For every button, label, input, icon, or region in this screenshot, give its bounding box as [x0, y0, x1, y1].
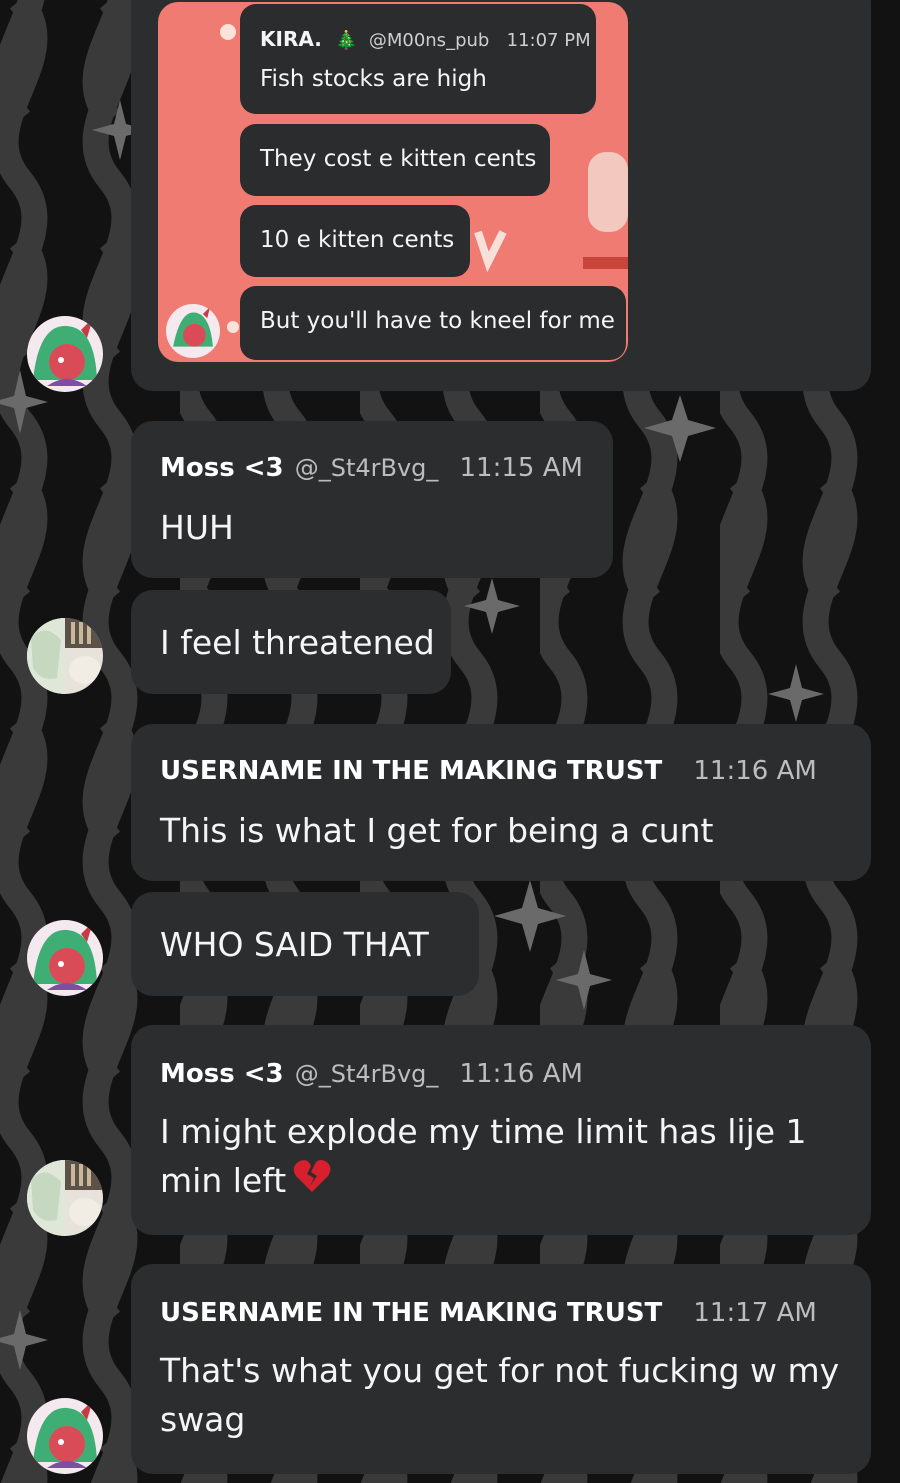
message-header: Moss <3 @_St4rBvg_ 11:16 AM: [160, 1059, 583, 1089]
screenshot-bubble: But you'll have to kneel for me: [240, 286, 626, 360]
timestamp: 11:17 AM: [693, 1298, 817, 1328]
screenshot-bubble: They cost e kitten cents: [240, 124, 550, 196]
message-text: I feel threatened: [160, 623, 435, 662]
screenshot-timestamp: 11:07 PM: [506, 30, 591, 51]
message-line: min left: [160, 1161, 287, 1200]
message-header: USERNAME IN THE MAKING TRUST 11:16 AM: [160, 756, 817, 786]
user-handle: @_St4rBvg_: [294, 1060, 439, 1088]
message-line: I might explode my time limit has lije 1: [160, 1112, 807, 1151]
username[interactable]: Moss <3: [160, 1059, 284, 1089]
screenshot-header: KIRA. 🎄 @M00ns_pub 11:07 PM: [260, 26, 591, 52]
screenshot-message: Fish stocks are high: [260, 66, 487, 92]
avatar[interactable]: [27, 1160, 103, 1236]
message-line-2: min left: [160, 1156, 807, 1207]
message-bubble[interactable]: USERNAME IN THE MAKING TRUST 11:17 AM Th…: [131, 1264, 871, 1474]
avatar[interactable]: [27, 316, 103, 392]
message-text: HUH: [160, 508, 234, 547]
username[interactable]: USERNAME IN THE MAKING TRUST: [160, 756, 662, 786]
screenshot-username: KIRA.: [260, 27, 322, 51]
message-bubble[interactable]: Moss <3 @_St4rBvg_ 11:15 AM HUH: [131, 421, 613, 578]
message-header: Moss <3 @_St4rBvg_ 11:15 AM: [160, 453, 583, 483]
avatar[interactable]: [27, 1398, 103, 1474]
broken-heart-icon: [292, 1158, 332, 1207]
screenshot-bubble: 10 e kitten cents: [240, 205, 470, 277]
message-text: This is what I get for being a cunt: [160, 811, 714, 850]
message-bubble[interactable]: I feel threatened: [131, 590, 451, 694]
timestamp: 11:16 AM: [693, 756, 817, 786]
screenshot-handle: @M00ns_pub: [368, 30, 490, 51]
timestamp: 11:15 AM: [459, 453, 583, 483]
screenshot-bubble-first: KIRA. 🎄 @M00ns_pub 11:07 PM Fish stocks …: [240, 4, 596, 114]
screenshot-message: 10 e kitten cents: [260, 227, 455, 253]
timestamp: 11:16 AM: [459, 1059, 583, 1089]
username[interactable]: Moss <3: [160, 453, 284, 483]
message-bubble[interactable]: USERNAME IN THE MAKING TRUST 11:16 AM Th…: [131, 724, 871, 881]
tree-emoji-icon: 🎄: [335, 30, 358, 51]
message-line: That's what you get for not fucking w my: [160, 1351, 840, 1390]
avatar[interactable]: [27, 920, 103, 996]
message-line: swag: [160, 1400, 246, 1439]
message-bubble[interactable]: WHO SAID THAT: [131, 892, 479, 996]
message-text: WHO SAID THAT: [160, 925, 429, 964]
screenshot-message: But you'll have to kneel for me: [260, 308, 615, 334]
message-text: I might explode my time limit has lije 1…: [160, 1107, 807, 1207]
user-handle: @_St4rBvg_: [294, 454, 439, 482]
screenshot-avatar: [166, 304, 220, 358]
message-bubble[interactable]: Moss <3 @_St4rBvg_ 11:16 AM I might expl…: [131, 1025, 871, 1235]
username[interactable]: USERNAME IN THE MAKING TRUST: [160, 1298, 662, 1328]
message-text: That's what you get for not fucking w my…: [160, 1346, 839, 1444]
avatar[interactable]: [27, 618, 103, 694]
screenshot-message: They cost e kitten cents: [260, 146, 537, 172]
message-header: USERNAME IN THE MAKING TRUST 11:17 AM: [160, 1298, 817, 1328]
embedded-screenshot-image[interactable]: KIRA. 🎄 @M00ns_pub 11:07 PM Fish stocks …: [158, 2, 628, 362]
